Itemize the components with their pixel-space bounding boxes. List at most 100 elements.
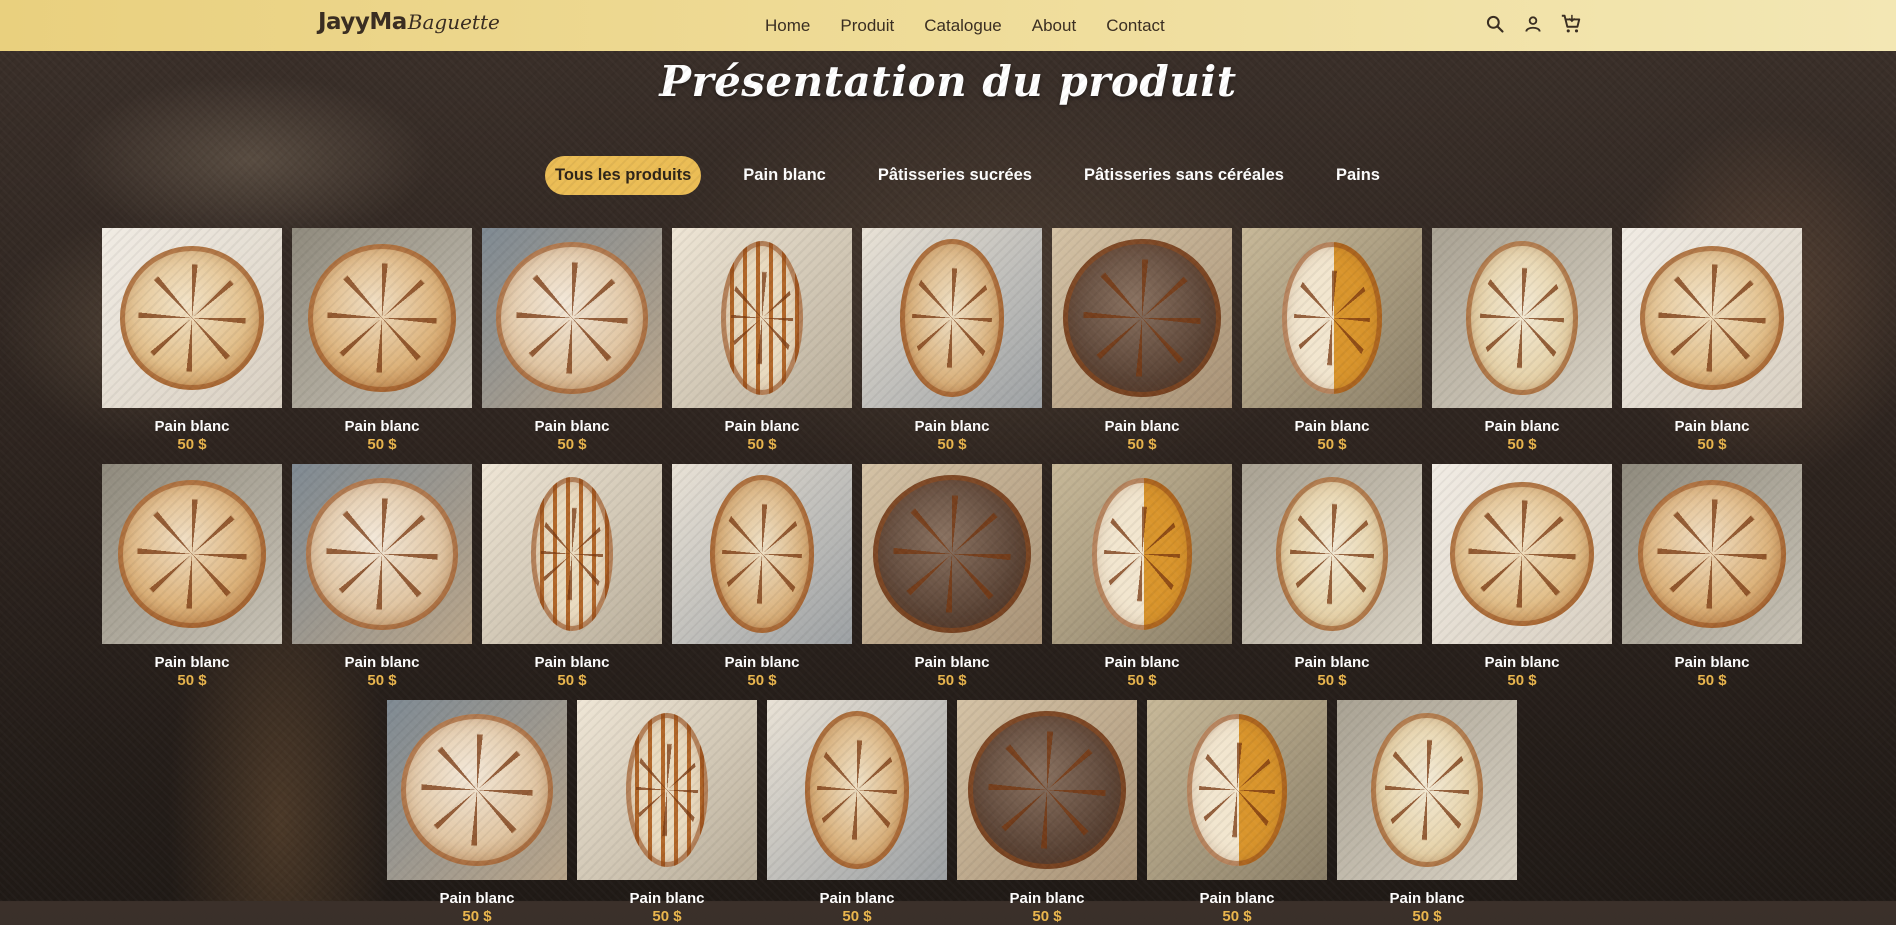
product-image[interactable] — [1432, 228, 1612, 408]
top-navbar: JayyMa Baguette Home Produit Catalogue A… — [0, 0, 1896, 51]
nav-contact[interactable]: Contact — [1106, 16, 1165, 36]
product-card[interactable]: Pain blanc 50 $ — [1432, 228, 1612, 453]
product-card[interactable]: Pain blanc 50 $ — [482, 228, 662, 453]
product-image[interactable] — [292, 464, 472, 644]
product-image[interactable] — [1052, 464, 1232, 644]
product-card[interactable]: Pain blanc 50 $ — [767, 700, 947, 925]
bread-loaf-image — [1276, 476, 1388, 632]
product-card[interactable]: Pain blanc 50 $ — [1432, 464, 1612, 689]
tab-tous-les-produits[interactable]: Tous les produits — [545, 156, 702, 195]
bread-loaf-image — [1640, 246, 1784, 390]
product-card[interactable]: Pain blanc 50 $ — [1337, 700, 1517, 925]
tab-pain-blanc[interactable]: Pain blanc — [733, 156, 836, 195]
product-card[interactable]: Pain blanc 50 $ — [292, 464, 472, 689]
product-image[interactable] — [1147, 700, 1327, 880]
tab-patisseries-sucrees[interactable]: Pâtisseries sucrées — [868, 156, 1042, 195]
product-name: Pain blanc — [1484, 418, 1560, 435]
product-price: 50 $ — [1317, 672, 1347, 689]
nav-about[interactable]: About — [1032, 16, 1076, 36]
product-name: Pain blanc — [914, 654, 990, 671]
product-image[interactable] — [1337, 700, 1517, 880]
product-name: Pain blanc — [1294, 654, 1370, 671]
product-price: 50 $ — [1127, 672, 1157, 689]
product-name: Pain blanc — [439, 890, 515, 907]
bread-loaf-image — [118, 480, 266, 628]
product-price: 50 $ — [1507, 672, 1537, 689]
product-name: Pain blanc — [1104, 654, 1180, 671]
product-card[interactable]: Pain blanc 50 $ — [102, 228, 282, 453]
product-name: Pain blanc — [534, 654, 610, 671]
bread-loaf-image — [967, 710, 1127, 870]
product-name: Pain blanc — [1484, 654, 1560, 671]
bread-loaf-image — [720, 240, 804, 396]
tab-pains[interactable]: Pains — [1326, 156, 1390, 195]
product-image[interactable] — [1622, 464, 1802, 644]
product-image[interactable] — [862, 228, 1042, 408]
product-name: Pain blanc — [154, 418, 230, 435]
bread-loaf-image — [804, 710, 910, 870]
product-image[interactable] — [862, 464, 1042, 644]
product-image[interactable] — [767, 700, 947, 880]
tab-patisseries-sans-cereales[interactable]: Pâtisseries sans céréales — [1074, 156, 1294, 195]
product-price: 50 $ — [177, 436, 207, 453]
user-icon[interactable] — [1522, 12, 1544, 36]
product-image[interactable] — [387, 700, 567, 880]
product-price: 50 $ — [367, 436, 397, 453]
product-card[interactable]: Pain blanc 50 $ — [292, 228, 472, 453]
product-card[interactable]: Pain blanc 50 $ — [1242, 228, 1422, 453]
product-card[interactable]: Pain blanc 50 $ — [862, 464, 1042, 689]
bread-loaf-image — [1186, 714, 1288, 866]
product-image[interactable] — [672, 228, 852, 408]
product-card[interactable]: Pain blanc 50 $ — [957, 700, 1137, 925]
brand-script: Baguette — [407, 10, 500, 34]
product-name: Pain blanc — [629, 890, 705, 907]
product-card[interactable]: Pain blanc 50 $ — [387, 700, 567, 925]
bread-loaf-image — [872, 474, 1032, 634]
bread-loaf-image — [1062, 238, 1222, 398]
product-card[interactable]: Pain blanc 50 $ — [862, 228, 1042, 453]
product-name: Pain blanc — [819, 890, 895, 907]
product-image[interactable] — [102, 464, 282, 644]
product-image[interactable] — [1052, 228, 1232, 408]
product-name: Pain blanc — [154, 654, 230, 671]
product-card[interactable]: Pain blanc 50 $ — [1147, 700, 1327, 925]
product-image[interactable] — [292, 228, 472, 408]
product-card[interactable]: Pain blanc 50 $ — [1052, 228, 1232, 453]
bread-loaf-image — [401, 714, 553, 866]
product-image[interactable] — [482, 228, 662, 408]
product-price: 50 $ — [1507, 436, 1537, 453]
product-price: 50 $ — [462, 908, 492, 925]
product-image[interactable] — [672, 464, 852, 644]
product-card[interactable]: Pain blanc 50 $ — [1052, 464, 1232, 689]
product-card[interactable]: Pain blanc 50 $ — [102, 464, 282, 689]
cart-icon[interactable] — [1560, 12, 1582, 36]
product-image[interactable] — [1242, 228, 1422, 408]
nav-produit[interactable]: Produit — [840, 16, 894, 36]
product-image[interactable] — [1622, 228, 1802, 408]
product-card[interactable]: Pain blanc 50 $ — [672, 228, 852, 453]
search-icon[interactable] — [1484, 12, 1506, 36]
product-image[interactable] — [102, 228, 282, 408]
product-card[interactable]: Pain blanc 50 $ — [672, 464, 852, 689]
product-card[interactable]: Pain blanc 50 $ — [482, 464, 662, 689]
product-price: 50 $ — [1697, 436, 1727, 453]
product-price: 50 $ — [557, 672, 587, 689]
nav-catalogue[interactable]: Catalogue — [924, 16, 1002, 36]
product-card[interactable]: Pain blanc 50 $ — [577, 700, 757, 925]
product-card[interactable]: Pain blanc 50 $ — [1242, 464, 1422, 689]
product-image[interactable] — [482, 464, 662, 644]
product-card[interactable]: Pain blanc 50 $ — [1622, 228, 1802, 453]
bread-loaf-image — [530, 476, 614, 632]
product-price: 50 $ — [1222, 908, 1252, 925]
bread-loaf-image — [120, 246, 264, 390]
brand-logo[interactable]: JayyMa Baguette — [318, 9, 500, 35]
main-nav: Home Produit Catalogue About Contact — [765, 0, 1195, 51]
product-image[interactable] — [1242, 464, 1422, 644]
product-image[interactable] — [957, 700, 1137, 880]
product-image[interactable] — [1432, 464, 1612, 644]
nav-home[interactable]: Home — [765, 16, 810, 36]
product-price: 50 $ — [367, 672, 397, 689]
category-tabs: Tous les produits Pain blanc Pâtisseries… — [545, 156, 1422, 195]
product-image[interactable] — [577, 700, 757, 880]
product-card[interactable]: Pain blanc 50 $ — [1622, 464, 1802, 689]
